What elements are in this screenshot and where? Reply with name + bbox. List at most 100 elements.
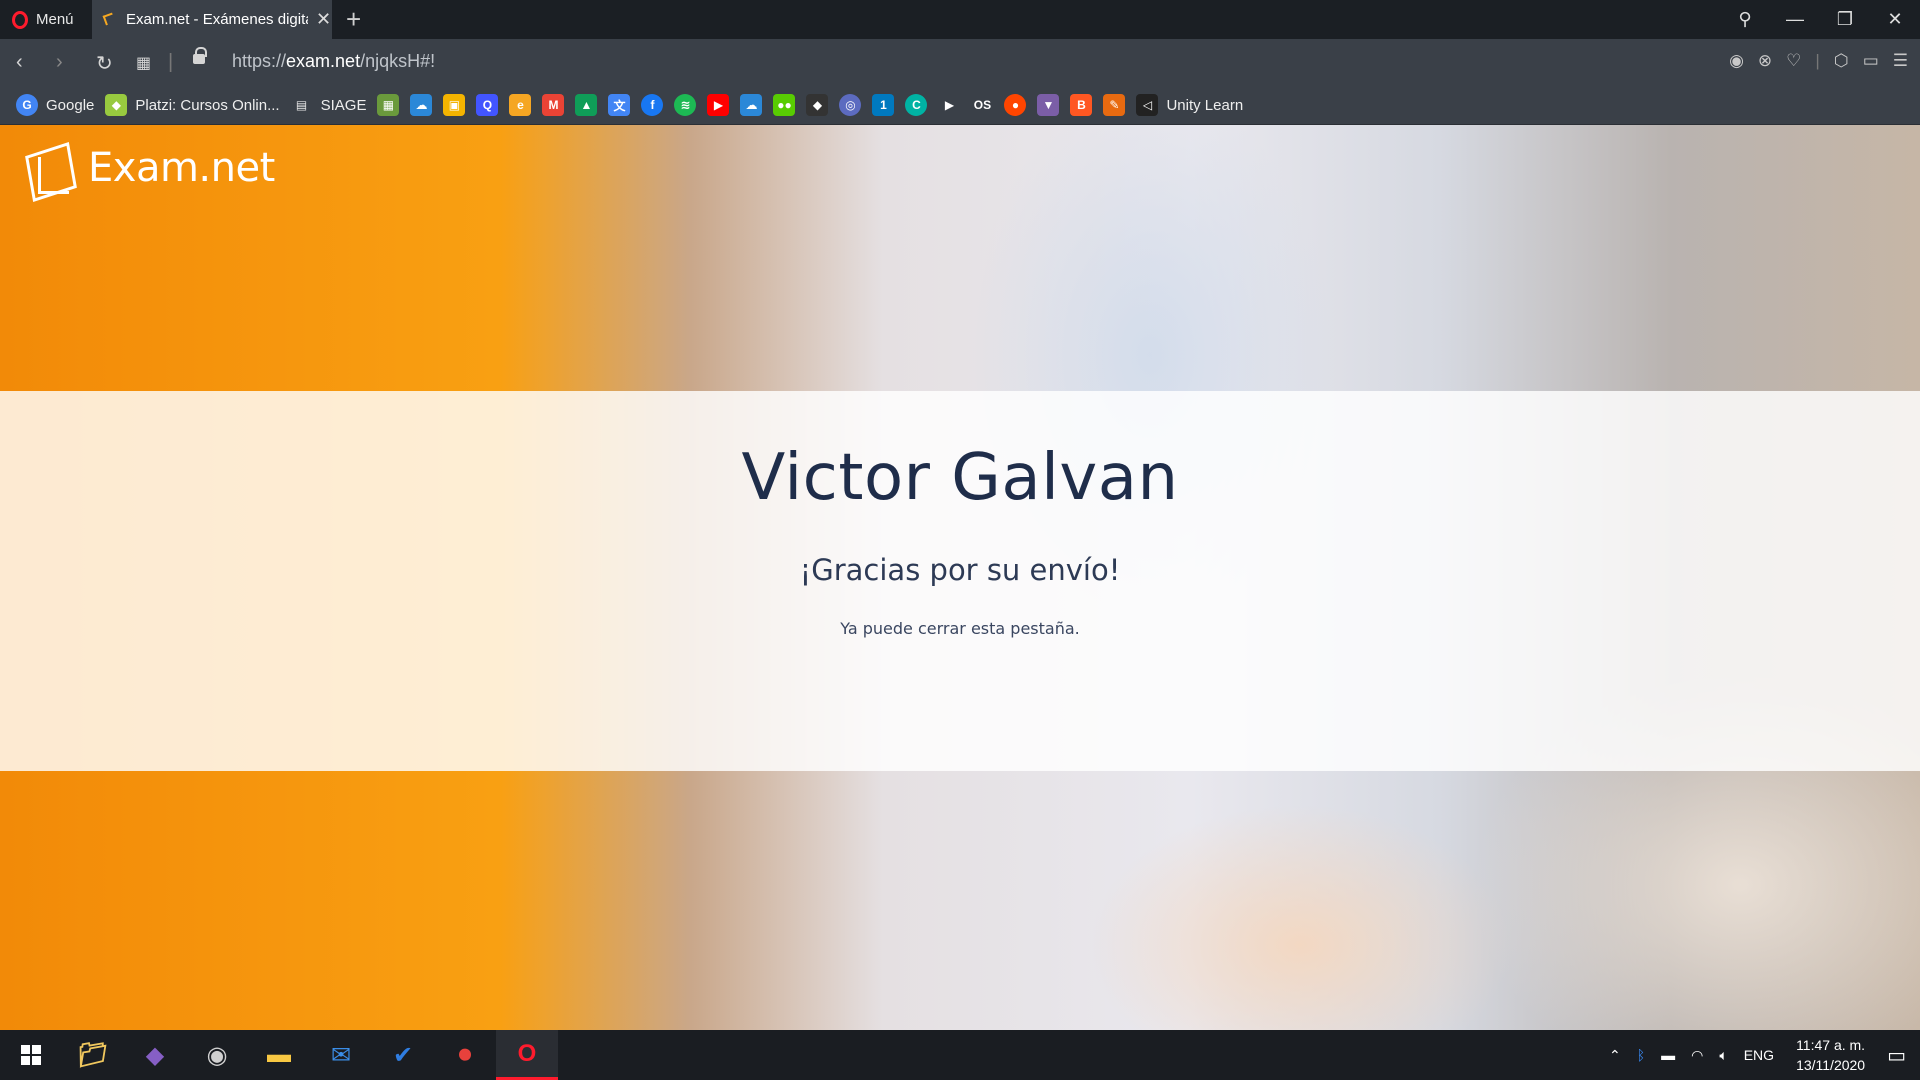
exam-net-logo[interactable]: Exam.net bbox=[20, 139, 275, 197]
blogger-icon: B bbox=[1070, 94, 1093, 116]
tab-title: Exam.net - Exámenes digita bbox=[126, 11, 308, 28]
cube-icon[interactable]: ⬡ bbox=[1834, 51, 1849, 71]
back-icon[interactable]: ‹ bbox=[16, 51, 23, 74]
minimize-button[interactable]: — bbox=[1770, 9, 1820, 30]
bookmark-google[interactable]: G Google bbox=[16, 94, 94, 116]
battery-icon[interactable]: ▬ bbox=[1661, 1047, 1675, 1063]
bookmark-document[interactable]: ▤ SIAGE bbox=[291, 94, 367, 116]
windows-logo-icon bbox=[21, 1045, 41, 1065]
bookmark-edpuzzle[interactable]: e bbox=[509, 94, 532, 116]
minecraft-icon: ▦ bbox=[377, 94, 400, 116]
close-window-button[interactable]: ✕ bbox=[1870, 9, 1920, 30]
spotify-icon: ≋ bbox=[674, 94, 697, 116]
circle-icon: ◎ bbox=[839, 94, 862, 116]
submission-confirmation-panel: Victor Galvan ¡Gracias por su envío! Ya … bbox=[0, 391, 1920, 771]
taskbar-opera[interactable]: O bbox=[496, 1030, 558, 1080]
start-button[interactable] bbox=[0, 1030, 62, 1080]
bookmark-platzi[interactable]: ◆ Platzi: Cursos Onlin... bbox=[105, 94, 280, 116]
bookmark-label: Unity Learn bbox=[1166, 96, 1244, 114]
bookmark-facebook[interactable]: f bbox=[641, 94, 664, 116]
menu-label: Menú bbox=[36, 11, 74, 28]
notifications-icon[interactable]: ▭ bbox=[1887, 1043, 1906, 1068]
bookmark-play[interactable]: ▶ bbox=[938, 94, 960, 116]
file-explorer-icon: ▬ bbox=[267, 1041, 291, 1068]
bookmark-reddit[interactable]: ● bbox=[1004, 94, 1027, 116]
bookmark-blogger[interactable]: B bbox=[1070, 94, 1093, 116]
bookmark-classroom[interactable]: ▣ bbox=[443, 94, 466, 116]
bookmark-drive[interactable]: ▲ bbox=[575, 94, 598, 116]
trello-icon: 1 bbox=[872, 94, 895, 116]
bookmark-duolingo[interactable]: ●● bbox=[773, 94, 796, 116]
wifi-icon[interactable]: ◠ bbox=[1691, 1047, 1703, 1064]
bookmark-youtube[interactable]: ▶ bbox=[707, 94, 730, 116]
bookmark-minecraft[interactable]: ▦ bbox=[377, 94, 400, 116]
google-icon: G bbox=[16, 94, 38, 116]
chevron-up-icon[interactable]: ⌃ bbox=[1609, 1047, 1621, 1064]
forward-icon[interactable]: › bbox=[56, 51, 63, 74]
file-explorer-folder-icon: 📁︎ bbox=[77, 1041, 109, 1069]
url-host: exam.net bbox=[286, 51, 361, 71]
easy-setup-icon[interactable]: ☰ bbox=[1893, 51, 1908, 71]
mail-icon: ✉ bbox=[330, 1041, 352, 1069]
tab-exam-net[interactable]: Exam.net - Exámenes digita ✕ bbox=[92, 0, 332, 39]
bookmark-onedrive[interactable]: ☁ bbox=[410, 94, 433, 116]
facebook-icon: f bbox=[641, 94, 664, 116]
gmail-icon: M bbox=[542, 94, 565, 116]
restore-button[interactable]: ❐ bbox=[1820, 9, 1870, 30]
speed-dial-icon[interactable]: ▦ bbox=[136, 53, 151, 73]
duolingo-icon: ●● bbox=[773, 94, 796, 116]
disc-app-icon: ◉ bbox=[206, 1041, 228, 1069]
heart-icon[interactable]: ♡ bbox=[1786, 51, 1801, 71]
bookmark-pen[interactable]: ✎ bbox=[1103, 94, 1126, 116]
bookmark-unity[interactable]: ◆ bbox=[806, 94, 829, 116]
taskbar-todo[interactable]: ✔ bbox=[372, 1030, 434, 1080]
todo-icon: ✔ bbox=[392, 1041, 414, 1069]
document-icon: ▤ bbox=[295, 98, 308, 112]
address-bar: ‹ › ↻ ▦ | https://exam.net/njqksH#! ◉ ⊗ … bbox=[0, 39, 1920, 86]
bookmark-circle[interactable]: ◎ bbox=[839, 94, 862, 116]
browser-tab-bar: Menú Exam.net - Exámenes digita ✕ + ⚲ — … bbox=[0, 0, 1920, 39]
adblock-icon[interactable]: ⊗ bbox=[1758, 51, 1772, 71]
bookmark-os[interactable]: OS bbox=[971, 94, 993, 116]
camera-icon[interactable]: ◉ bbox=[1729, 51, 1744, 71]
taskbar-mail[interactable]: ✉ bbox=[310, 1030, 372, 1080]
url-path: /njqksH#! bbox=[360, 51, 436, 71]
url-scheme: https:// bbox=[232, 51, 287, 71]
search-icon[interactable]: ⚲ bbox=[1720, 9, 1770, 30]
taskbar-disc-app[interactable]: ◉ bbox=[186, 1030, 248, 1080]
bookmark-spotify[interactable]: ≋ bbox=[674, 94, 697, 116]
translate-icon: 文 bbox=[608, 94, 631, 116]
classroom-icon: ▣ bbox=[443, 94, 466, 116]
bookmark-translate[interactable]: 文 bbox=[608, 94, 631, 116]
taskbar-file-explorer[interactable]: ▬ bbox=[248, 1030, 310, 1080]
bookmark-gmail[interactable]: M bbox=[542, 94, 565, 116]
taskbar-file-explorer-folder[interactable]: 📁︎ bbox=[62, 1030, 124, 1080]
bookmark-trello[interactable]: 1 bbox=[872, 94, 895, 116]
c-icon: C bbox=[905, 94, 928, 116]
reload-icon[interactable]: ↻ bbox=[96, 51, 113, 76]
tab-close-icon[interactable]: ✕ bbox=[316, 9, 331, 30]
platzi-icon: ◆ bbox=[105, 94, 128, 116]
address-bar-actions: ◉ ⊗ ♡ | ⬡ ▭ ☰ bbox=[1729, 51, 1908, 71]
close-tab-message: Ya puede cerrar esta pestaña. bbox=[840, 619, 1080, 638]
bookmark-onedrive-2[interactable]: ☁ bbox=[740, 94, 763, 116]
bluetooth-icon[interactable]: ᛒ bbox=[1637, 1047, 1645, 1063]
reddit-icon: ● bbox=[1004, 94, 1027, 116]
bookmark-quizlet[interactable]: Q bbox=[476, 94, 499, 116]
clock[interactable]: 11:47 a. m. 13/11/2020 bbox=[1796, 1035, 1865, 1075]
battery-saver-icon[interactable]: ▭ bbox=[1863, 51, 1879, 71]
bookmark-c[interactable]: C bbox=[905, 94, 928, 116]
taskbar-visual-studio[interactable]: ◆ bbox=[124, 1030, 186, 1080]
opera-menu-button[interactable]: Menú bbox=[0, 0, 92, 39]
taskbar-recorder[interactable]: ⏺ bbox=[434, 1030, 496, 1080]
volume-icon[interactable]: 🔈︎ bbox=[1719, 1047, 1727, 1064]
system-tray: ⌃ ᛒ ▬ ◠ 🔈︎ ENG 11:47 a. m. 13/11/2020 ▭ bbox=[1601, 1030, 1920, 1080]
language-indicator[interactable]: ENG bbox=[1744, 1047, 1774, 1063]
separator: | bbox=[1815, 51, 1820, 70]
bookmark-unity-learn[interactable]: ◁ Unity Learn bbox=[1136, 94, 1243, 116]
lock-icon[interactable] bbox=[193, 47, 207, 64]
new-tab-button[interactable]: + bbox=[346, 4, 361, 35]
bookmark-ufo[interactable]: ▼ bbox=[1037, 94, 1060, 116]
unity-icon: ◆ bbox=[806, 94, 829, 116]
url-field[interactable]: https://exam.net/njqksH#! bbox=[232, 51, 435, 72]
